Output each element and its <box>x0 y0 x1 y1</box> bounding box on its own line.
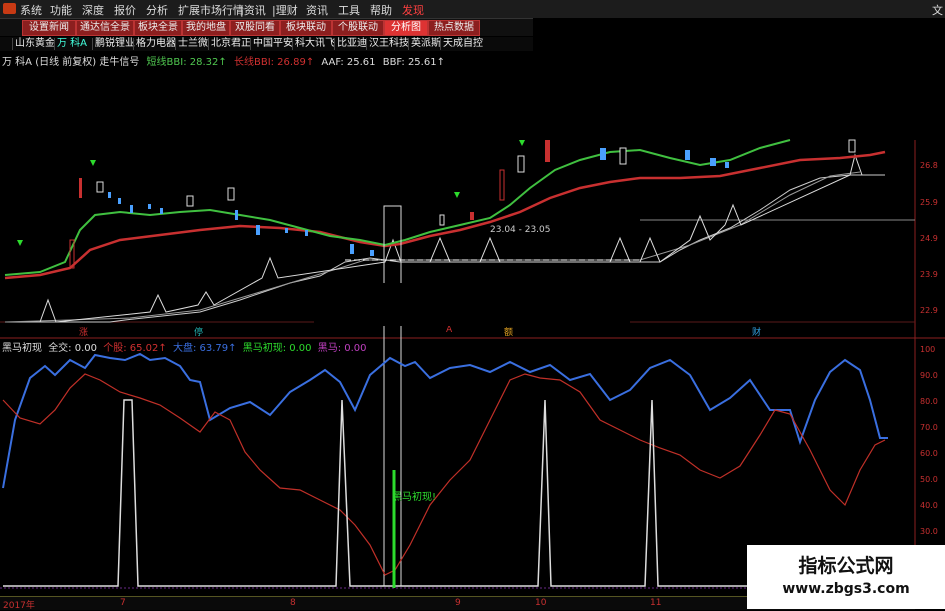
lower-y-tick: 80.0 <box>920 397 938 406</box>
dapan-blue-line <box>2 352 888 489</box>
event-marker[interactable]: 停 <box>194 325 203 338</box>
event-marker[interactable]: 额 <box>504 325 513 338</box>
lower-y-tick: 60.0 <box>920 449 938 458</box>
site-watermark: 指标公式网 www.zbgs3.com <box>747 545 945 609</box>
lower-y-tick: 70.0 <box>920 423 938 432</box>
lower-y-tick: 40.0 <box>920 501 938 510</box>
watermark-url: www.zbgs3.com <box>782 581 910 597</box>
buy-signal-arrows <box>17 140 525 246</box>
watermark-title: 指标公式网 <box>798 555 894 577</box>
candlesticks <box>69 139 856 269</box>
date-tick: 9 <box>455 598 461 608</box>
lower-y-tick: 30.0 <box>920 527 938 536</box>
obscured-region <box>314 283 630 326</box>
upper-y-tick: 25.9 <box>920 198 938 207</box>
price-range-label: 23.04 - 23.05 <box>490 225 551 235</box>
event-marker[interactable]: 涨 <box>79 325 88 338</box>
heima2-value: 黑马: 0.00 <box>317 343 367 354</box>
heima-signal-label: 黑马初现! <box>392 492 437 503</box>
event-marker[interactable]: A <box>446 325 452 335</box>
date-tick: 2017年 <box>3 601 35 611</box>
date-tick: 10 <box>535 598 547 608</box>
lower-y-tick: 50.0 <box>920 475 938 484</box>
date-tick: 8 <box>290 598 296 608</box>
heima-value: 黑马初现: 0.00 <box>242 343 312 354</box>
upper-y-tick: 24.9 <box>920 234 938 243</box>
lower-y-tick: 100 <box>920 345 935 354</box>
dapan-value: 大盘: 63.79↑ <box>172 343 237 354</box>
lower-y-tick: 90.0 <box>920 371 938 380</box>
quanjiao-value: 全交: 0.00 <box>48 343 98 354</box>
upper-y-tick: 23.9 <box>920 270 938 279</box>
gegu-value: 个股: 65.02↑ <box>103 343 167 354</box>
date-tick: 7 <box>120 598 126 608</box>
event-marker[interactable]: 财 <box>752 325 761 338</box>
upper-y-tick: 26.8 <box>920 161 938 170</box>
upper-y-tick: 22.9 <box>920 306 938 315</box>
long-bbi-line <box>4 150 886 280</box>
date-tick: 11 <box>650 598 662 608</box>
indicator-title: 黑马初现 <box>2 343 42 354</box>
lower-indicator-header: 黑马初现 全交: 0.00 个股: 65.02↑ 大盘: 63.79↑ 黑马初现… <box>0 339 370 354</box>
